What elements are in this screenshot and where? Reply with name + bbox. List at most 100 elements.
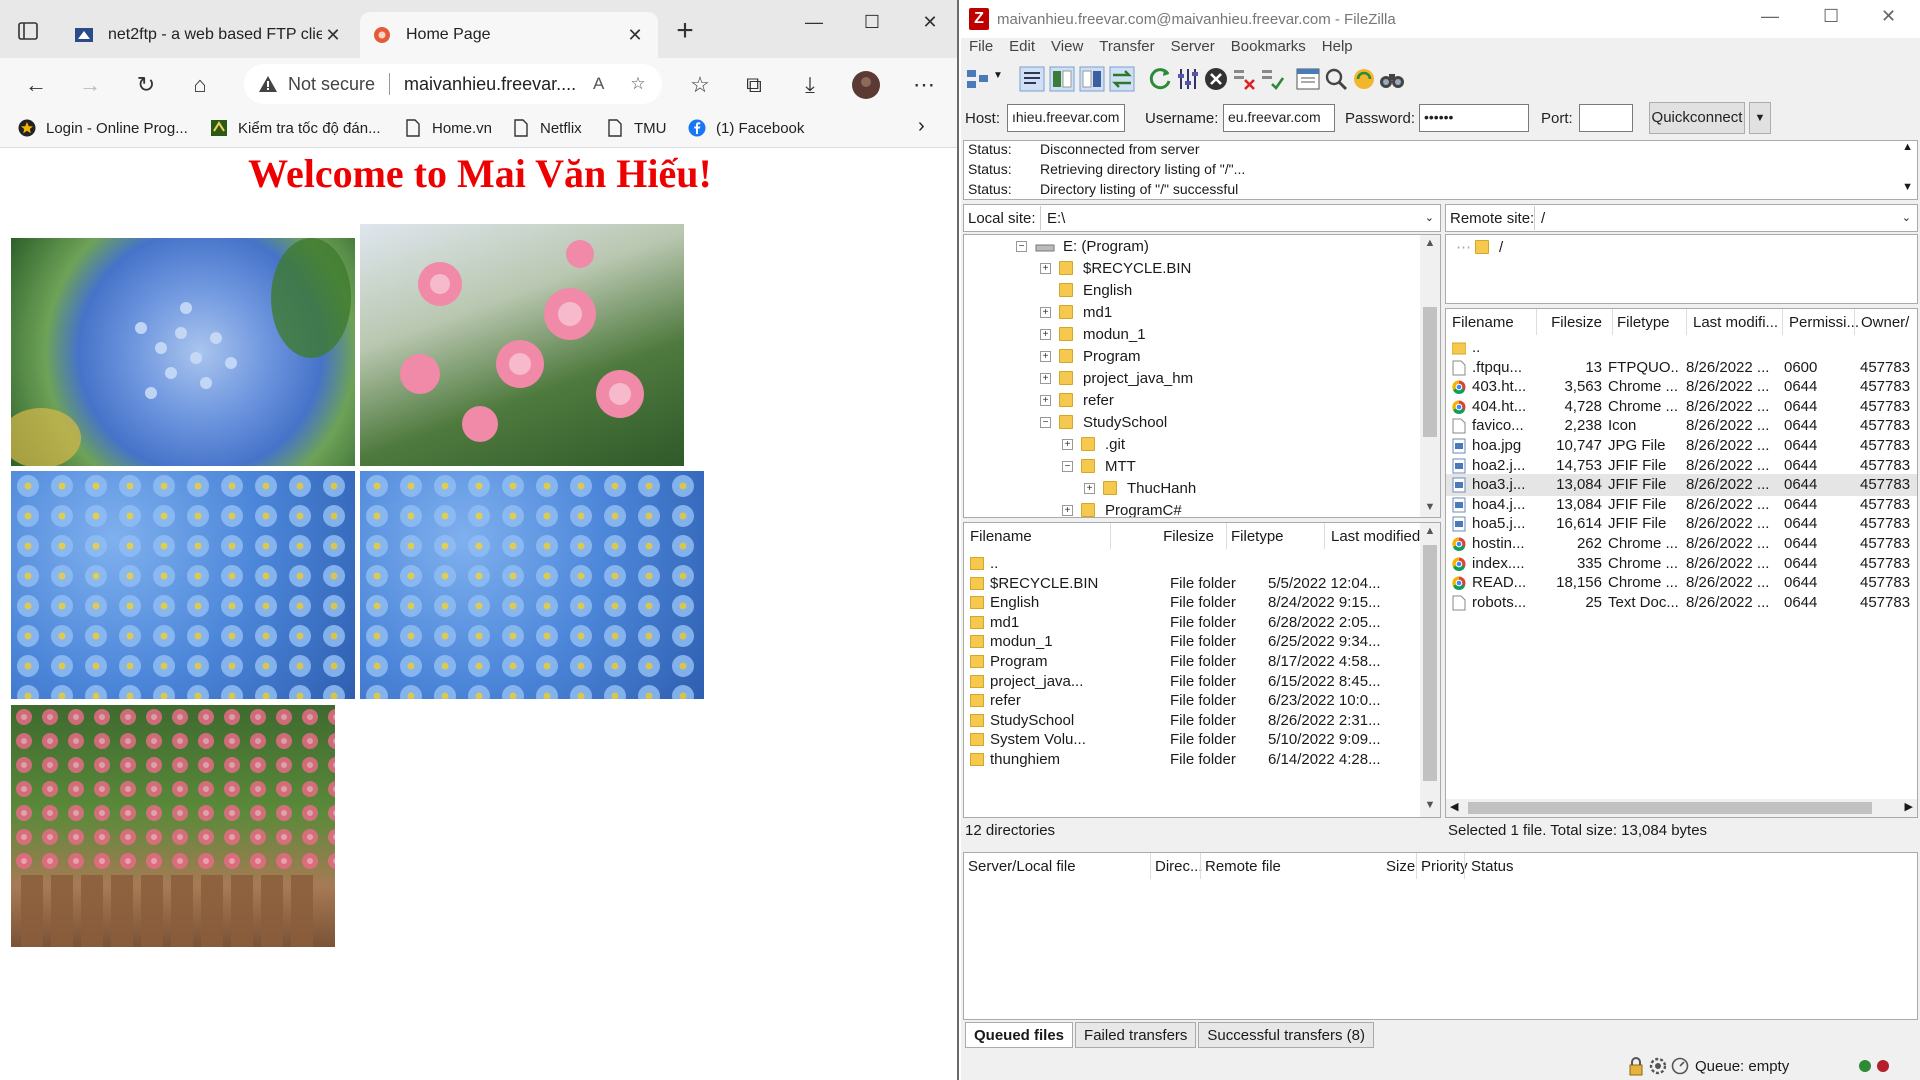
bookmark-item[interactable]: Login - Online Prog... xyxy=(18,119,188,137)
toggle-queue-icon[interactable] xyxy=(1109,66,1135,92)
compare-directories-icon[interactable] xyxy=(1323,66,1349,92)
expand-icon[interactable]: + xyxy=(1040,306,1051,318)
more-menu-icon[interactable]: ⋯ xyxy=(908,70,940,102)
scroll-thumb[interactable] xyxy=(1423,545,1437,781)
expand-icon[interactable]: + xyxy=(1062,504,1073,516)
tree-node[interactable]: + modun_1 xyxy=(1040,324,1146,344)
scroll-up-icon[interactable]: ▲ xyxy=(1420,525,1440,537)
minimize-icon[interactable]: — xyxy=(794,12,834,40)
site-manager-icon[interactable] xyxy=(965,66,991,92)
favorites-icon[interactable]: ☆ xyxy=(684,70,716,102)
reconnect-icon[interactable] xyxy=(1259,66,1285,92)
tree-node[interactable]: − MTT xyxy=(1062,456,1136,476)
column-header[interactable]: Filename xyxy=(1452,309,1514,335)
maximize-icon[interactable]: ☐ xyxy=(852,12,892,40)
tree-node[interactable]: − StudySchool xyxy=(1040,412,1167,432)
tree-node[interactable]: + ThucHanh xyxy=(1084,478,1196,498)
column-header[interactable]: Filetype xyxy=(1226,523,1284,549)
toggle-log-icon[interactable] xyxy=(1019,66,1045,92)
host-input[interactable]: ıhieu.freevar.com xyxy=(1007,104,1125,132)
dropdown-arrow-icon[interactable]: ▼ xyxy=(993,70,1003,81)
quickconnect-dropdown-icon[interactable]: ▼ xyxy=(1749,102,1771,134)
menu-bookmarks[interactable]: Bookmarks xyxy=(1231,38,1306,62)
refresh-icon[interactable] xyxy=(1147,66,1173,92)
close-window-icon[interactable]: ✕ xyxy=(1881,6,1896,27)
menu-help[interactable]: Help xyxy=(1322,38,1353,62)
column-header[interactable]: Filesize xyxy=(1536,309,1608,335)
forward-icon[interactable]: → xyxy=(74,70,106,102)
tree-node[interactable]: + md1 xyxy=(1040,302,1112,322)
read-aloud-icon[interactable]: A xyxy=(593,74,604,94)
column-header[interactable]: Status xyxy=(1464,853,1514,879)
minimize-icon[interactable]: — xyxy=(1761,6,1779,27)
refresh-icon[interactable]: ↻ xyxy=(130,70,162,102)
scroll-thumb[interactable] xyxy=(1423,307,1437,437)
tree-node[interactable]: + $RECYCLE.BIN xyxy=(1040,258,1191,278)
expand-icon[interactable]: + xyxy=(1040,394,1051,406)
expand-icon[interactable]: + xyxy=(1040,372,1051,384)
new-tab-button[interactable]: + xyxy=(668,14,702,48)
close-tab-icon[interactable]: ✕ xyxy=(624,25,646,46)
column-header[interactable]: Filesize xyxy=(1110,523,1220,549)
tree-node[interactable]: + project_java_hm xyxy=(1040,368,1193,388)
sync-browsing-icon[interactable] xyxy=(1351,66,1377,92)
column-header[interactable]: Remote file xyxy=(1200,853,1281,879)
quickconnect-button[interactable]: Quickconnect xyxy=(1649,102,1745,134)
expand-icon[interactable]: + xyxy=(1084,482,1095,494)
tree-node[interactable]: ⋯ / xyxy=(1456,237,1503,257)
column-header[interactable]: Server/Local file xyxy=(968,853,1076,879)
column-header[interactable]: Size xyxy=(1382,853,1415,879)
filter-settings-icon[interactable] xyxy=(1175,66,1201,92)
tree-node[interactable]: + ProgramC# xyxy=(1062,500,1182,517)
local-list-scrollbar[interactable]: ▲ ▼ xyxy=(1420,523,1440,817)
toggle-remote-tree-icon[interactable] xyxy=(1079,66,1105,92)
scroll-left-icon[interactable]: ◀ xyxy=(1450,800,1458,813)
local-site-path[interactable]: E:\ xyxy=(1040,206,1438,230)
tab-failed-transfers[interactable]: Failed transfers xyxy=(1075,1022,1197,1048)
collapse-icon[interactable]: − xyxy=(1016,240,1027,252)
column-header[interactable]: Filetype xyxy=(1612,309,1670,335)
column-header[interactable]: Owner/ xyxy=(1854,309,1909,335)
menu-file[interactable]: File xyxy=(969,38,993,62)
tree-scrollbar[interactable]: ▲ ▼ xyxy=(1420,235,1440,517)
column-header[interactable]: Last modified xyxy=(1324,523,1420,549)
file-row[interactable]: robots... 25 Text Doc... 8/26/2022 ... 0644 4… xyxy=(1446,592,1917,614)
scroll-up-icon[interactable]: ▲ xyxy=(1420,237,1440,249)
collapse-icon[interactable]: − xyxy=(1062,460,1073,472)
profile-avatar[interactable] xyxy=(850,70,882,102)
binoculars-icon[interactable] xyxy=(1379,66,1405,92)
tab-queued-files[interactable]: Queued files xyxy=(965,1022,1074,1048)
bookmark-item[interactable]: Home.vn xyxy=(404,119,492,137)
column-header[interactable]: Priority xyxy=(1416,853,1468,879)
url-text[interactable]: maivanhieu.freevar.... xyxy=(404,74,579,95)
column-header[interactable]: Permissi... xyxy=(1782,309,1859,335)
disconnect-icon[interactable] xyxy=(1231,66,1257,92)
menu-edit[interactable]: Edit xyxy=(1009,38,1035,62)
password-input[interactable]: •••••• xyxy=(1419,104,1529,132)
home-icon[interactable]: ⌂ xyxy=(184,70,216,102)
tree-node[interactable]: + refer xyxy=(1040,390,1114,410)
scroll-up-icon[interactable]: ▲ xyxy=(1902,141,1913,153)
tab-actions-icon[interactable] xyxy=(14,17,42,45)
close-window-icon[interactable]: ✕ xyxy=(910,12,950,40)
chevron-down-icon[interactable]: ⌄ xyxy=(1425,211,1434,224)
toggle-local-tree-icon[interactable] xyxy=(1049,66,1075,92)
tree-node[interactable]: − E: (Program) xyxy=(1016,236,1149,256)
expand-icon[interactable]: + xyxy=(1040,328,1051,340)
scroll-down-icon[interactable]: ▼ xyxy=(1420,501,1440,513)
username-input[interactable]: eu.freevar.com xyxy=(1223,104,1335,132)
back-icon[interactable]: ← xyxy=(20,70,52,102)
chevron-right-icon[interactable]: › xyxy=(918,115,925,138)
expand-icon[interactable]: + xyxy=(1062,438,1073,450)
menu-view[interactable]: View xyxy=(1051,38,1083,62)
address-bar[interactable]: Not secure maivanhieu.freevar.... A ☆ xyxy=(244,64,662,104)
cancel-operation-icon[interactable] xyxy=(1203,66,1229,92)
tree-node[interactable]: + Program xyxy=(1040,346,1141,366)
close-tab-icon[interactable]: ✕ xyxy=(322,25,344,46)
download-icon[interactable]: ⤓ xyxy=(794,70,826,102)
scroll-right-icon[interactable]: ▶ xyxy=(1905,800,1913,813)
tab-net2ftp[interactable]: net2ftp - a web based FTP client ✕ xyxy=(62,12,356,58)
bookmark-item[interactable]: Kiểm tra tốc độ đán... xyxy=(210,119,381,137)
column-header[interactable]: Filename xyxy=(970,523,1032,549)
bookmark-item[interactable]: TMU xyxy=(606,119,667,137)
